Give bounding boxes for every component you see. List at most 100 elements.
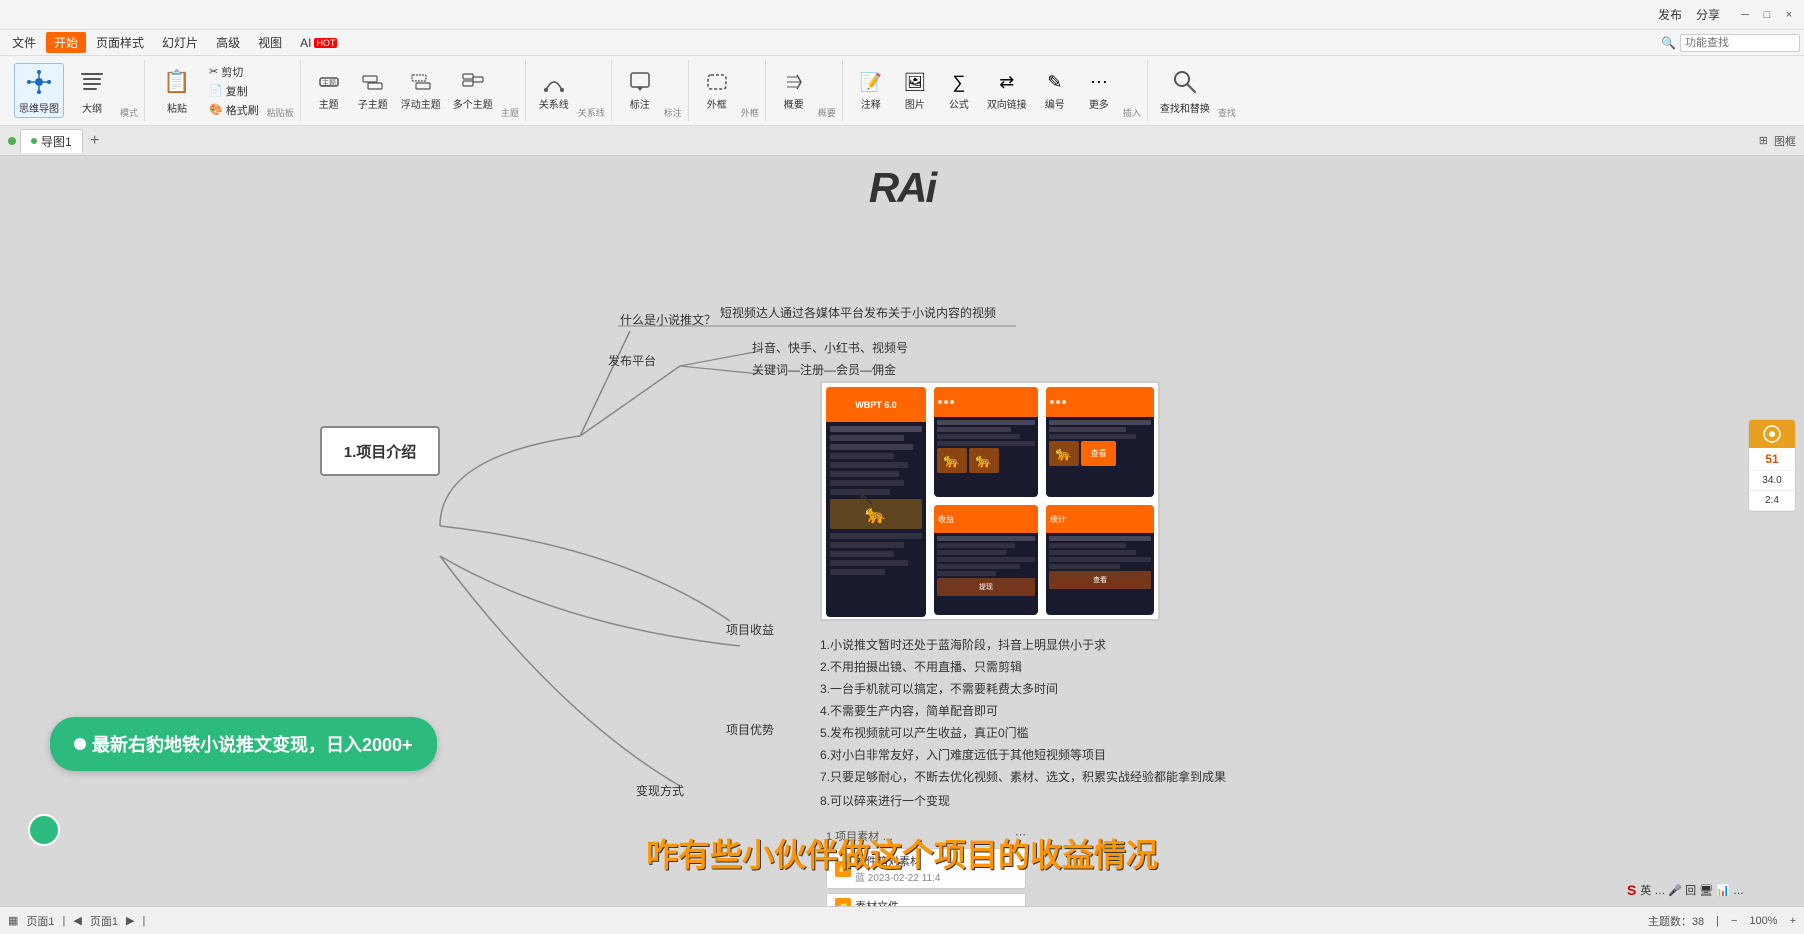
- toolbar-summary-btn[interactable]: 概要: [774, 68, 814, 113]
- app-screen-2: 🐆 🐆: [934, 387, 1038, 497]
- menu-search-area: 🔍: [1661, 34, 1800, 52]
- widget-number-1: 51: [1749, 448, 1795, 471]
- menu-ai[interactable]: AI HOT: [292, 34, 345, 52]
- menu-view[interactable]: 视图: [250, 32, 290, 53]
- toolbar-topic-btn[interactable]: 主题 主题: [309, 68, 349, 113]
- status-page-label: 页面1: [90, 913, 118, 929]
- tab-right-area: ⊞ 图框: [1759, 133, 1796, 149]
- what-is-label: 什么是小说推文？: [620, 311, 716, 329]
- find-label: 查找和替换: [1160, 100, 1210, 115]
- status-prev-page[interactable]: ◀: [73, 914, 81, 927]
- tab-dot: [31, 138, 37, 144]
- publish-btn[interactable]: 发布: [1658, 6, 1682, 23]
- app-screen-3-content: 🐆 查看: [1046, 417, 1154, 469]
- toolbar-find-btn[interactable]: 查找和替换: [1156, 64, 1214, 117]
- app-screen-2-content: 🐆 🐆: [934, 417, 1038, 476]
- format-icon: 🎨: [209, 103, 223, 116]
- status-zoom-out[interactable]: −: [1731, 915, 1737, 927]
- close-btn[interactable]: ×: [1782, 8, 1796, 22]
- toolbar-border-btn[interactable]: 外框: [697, 68, 737, 113]
- status-separator-3: |: [1716, 915, 1719, 927]
- app-screen-1: WBPT 6.0 🐆: [826, 387, 926, 617]
- toolbar-bilink-btn[interactable]: ⇄ 双向链接: [983, 68, 1031, 113]
- summary-group-label: 概要: [818, 106, 836, 121]
- toolbar-outline-btn[interactable]: 大纲: [68, 64, 116, 117]
- share-btn[interactable]: 分享: [1696, 6, 1720, 23]
- find-group-label: 查找: [1218, 106, 1236, 121]
- advantage-4: 4.不需要生产内容，简单配音即可: [820, 702, 998, 720]
- app-screen-2-images: 🐆 🐆: [937, 448, 1035, 473]
- tab-label: 导图1: [41, 133, 72, 150]
- app-screen-4: 收益 提现: [934, 505, 1038, 615]
- file-2[interactable]: 📁 素材文件: [826, 893, 1026, 906]
- toolbar-group-annotation: 标注 标注: [614, 60, 689, 121]
- advantage-6: 6.对小白非常友好，入门难度远低于其他短视频等项目: [820, 746, 1106, 764]
- toolbar-relation-btn[interactable]: 关系线: [534, 68, 574, 113]
- wps-logo: S: [1627, 882, 1636, 898]
- format-label: 格式刷: [226, 102, 259, 118]
- tab-diagram1[interactable]: 导图1: [20, 129, 83, 153]
- toolbar-group-topic: 主题 主题 子主题 浮动主题 多个主题 主题: [303, 60, 526, 121]
- formula-icon: ∑: [947, 70, 971, 94]
- float-label: 浮动主题: [401, 96, 441, 111]
- widget-number-2: 34.0: [1749, 471, 1795, 491]
- toolbar-copy-btn[interactable]: 📄 复制: [205, 82, 263, 100]
- toolbar-image-btn[interactable]: 🖼 图片: [895, 68, 935, 113]
- main-canvas[interactable]: RAi 1.项目介绍 什么是小说推文？ 短视频达人通过各媒体平台发布关于小说内容…: [0, 156, 1804, 906]
- wps-logo-area: S 英 … 🎤 回 🖥 📊 …: [1627, 882, 1744, 898]
- toolbar-note-btn[interactable]: 📝 注释: [851, 68, 891, 113]
- screen5-btn: 查看: [1049, 571, 1151, 589]
- toolbar-float-btn[interactable]: 浮动主题: [397, 68, 445, 113]
- toolbar-mindmap-btn[interactable]: 思维导图: [14, 63, 64, 118]
- cta-button[interactable]: 最新右豹地铁小说推文变现，日入2000+: [50, 717, 437, 771]
- ai-badge: HOT: [314, 38, 337, 48]
- toolbar-annotation-btn[interactable]: 标注: [620, 68, 660, 113]
- toolbar-more-btn[interactable]: ⋯ 更多: [1079, 68, 1119, 113]
- toolbar-formula-btn[interactable]: ∑ 公式: [939, 68, 979, 113]
- border-group-label: 外框: [741, 106, 759, 121]
- app-screen-5-header: 统计: [1046, 505, 1154, 533]
- formula-label: 公式: [949, 96, 969, 111]
- advantage-8: 8.可以碎来进行一个变现: [820, 792, 950, 810]
- toolbar-format-btn[interactable]: 🎨 格式刷: [205, 101, 263, 119]
- menu-bar: 文件 开始 页面样式 幻灯片 高级 视图 AI HOT 🔍: [0, 30, 1804, 56]
- advantage-1: 1.小说推文暂时还处于蓝海阶段，抖音上明显供小于求: [820, 636, 1106, 654]
- status-zoom-in[interactable]: +: [1790, 915, 1796, 927]
- green-circle-icon: [74, 738, 86, 750]
- wps-label: 英 … 🎤 回 🖥 📊 …: [1640, 882, 1744, 898]
- more-label: 更多: [1089, 96, 1109, 111]
- topic-icon: 主题: [317, 70, 341, 94]
- relation-group-label: 关系线: [578, 106, 605, 121]
- toolbar-number-btn[interactable]: ✎ 编号: [1035, 68, 1075, 113]
- multi-label: 多个主题: [453, 96, 493, 111]
- find-icon: [1169, 66, 1201, 98]
- title-bar-controls: 发布 分享 ─ □ ×: [1658, 6, 1796, 23]
- status-zoom: 100%: [1749, 915, 1777, 927]
- paste-icon: 📋: [161, 66, 193, 98]
- more-icon: ⋯: [1087, 70, 1111, 94]
- float-icon: [409, 70, 433, 94]
- toolbar-subtopic-btn[interactable]: 子主题: [353, 68, 393, 113]
- maximize-btn[interactable]: □: [1760, 8, 1774, 22]
- cursor: ↖: [858, 486, 875, 511]
- menu-start[interactable]: 开始: [46, 32, 86, 53]
- toolbar-paste-btn[interactable]: 📋 粘贴: [153, 64, 201, 117]
- toolbar-cut-copy-format: ✂ 剪切 📄 复制 🎨 格式刷: [205, 63, 263, 119]
- status-separator-2: |: [142, 915, 145, 927]
- menu-file[interactable]: 文件: [4, 32, 44, 53]
- menu-page-style[interactable]: 页面样式: [88, 32, 152, 53]
- rai-logo: RAi: [869, 164, 935, 212]
- tab-add-btn[interactable]: +: [85, 131, 105, 151]
- multi-icon: [461, 70, 485, 94]
- project-revenue-label: 项目收益: [726, 621, 774, 639]
- minimize-btn[interactable]: ─: [1738, 8, 1752, 22]
- menu-advanced[interactable]: 高级: [208, 32, 248, 53]
- status-next-page[interactable]: ▶: [126, 914, 134, 927]
- central-node[interactable]: 1.项目介绍: [320, 426, 440, 476]
- menu-slideshow[interactable]: 幻灯片: [154, 32, 206, 53]
- toolbar-cut-btn[interactable]: ✂ 剪切: [205, 63, 263, 81]
- toolbar-multi-btn[interactable]: 多个主题: [449, 68, 497, 113]
- search-input[interactable]: [1680, 34, 1800, 52]
- image-label: 图片: [905, 96, 925, 111]
- summary-label: 概要: [784, 96, 804, 111]
